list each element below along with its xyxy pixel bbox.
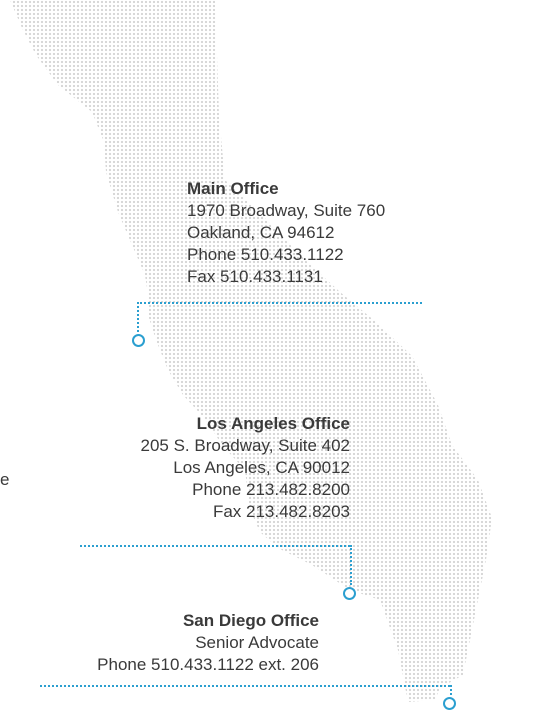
sd-office-name: San Diego Office [182, 611, 319, 630]
clipped-text-fragment: e [0, 470, 10, 489]
main-office-fax: Fax 510.433.1131 [187, 267, 323, 286]
la-office-fax: Fax 213.482.8203 [212, 502, 350, 521]
sd-office-block: San Diego Office Senior Advocate Phone 5… [97, 610, 319, 676]
main-office-leader-drop [137, 302, 139, 332]
sd-office-leader-drop [450, 685, 452, 695]
la-office-name: Los Angeles Office [196, 414, 350, 433]
la-office-block: Los Angeles Office 205 S. Broadway, Suit… [141, 413, 351, 523]
la-office-pin-icon[interactable] [343, 587, 356, 600]
sd-office-phone[interactable]: Phone 510.433.1122 ext. 206 [97, 654, 319, 676]
sd-office-leader-line [40, 685, 450, 687]
sd-office-pin-icon[interactable] [443, 697, 456, 710]
main-office-pin-icon[interactable] [132, 334, 145, 347]
la-office-leader-line [80, 545, 350, 547]
sd-office-title: Senior Advocate [195, 633, 319, 652]
california-shape [10, 0, 492, 702]
main-office-phone[interactable]: Phone 510.433.1122 [187, 244, 385, 266]
main-office-name: Main Office [187, 179, 279, 198]
main-office-city: Oakland, CA 94612 [187, 223, 335, 242]
main-office-block: Main Office 1970 Broadway, Suite 760 Oak… [187, 178, 385, 288]
la-office-address: 205 S. Broadway, Suite 402 [140, 436, 351, 455]
la-office-city: Los Angeles, CA 90012 [173, 458, 350, 477]
main-office-leader-line [137, 302, 422, 304]
la-office-leader-drop [350, 545, 352, 585]
la-office-phone[interactable]: Phone 213.482.8200 [141, 479, 350, 501]
main-office-address: 1970 Broadway, Suite 760 [187, 201, 386, 220]
